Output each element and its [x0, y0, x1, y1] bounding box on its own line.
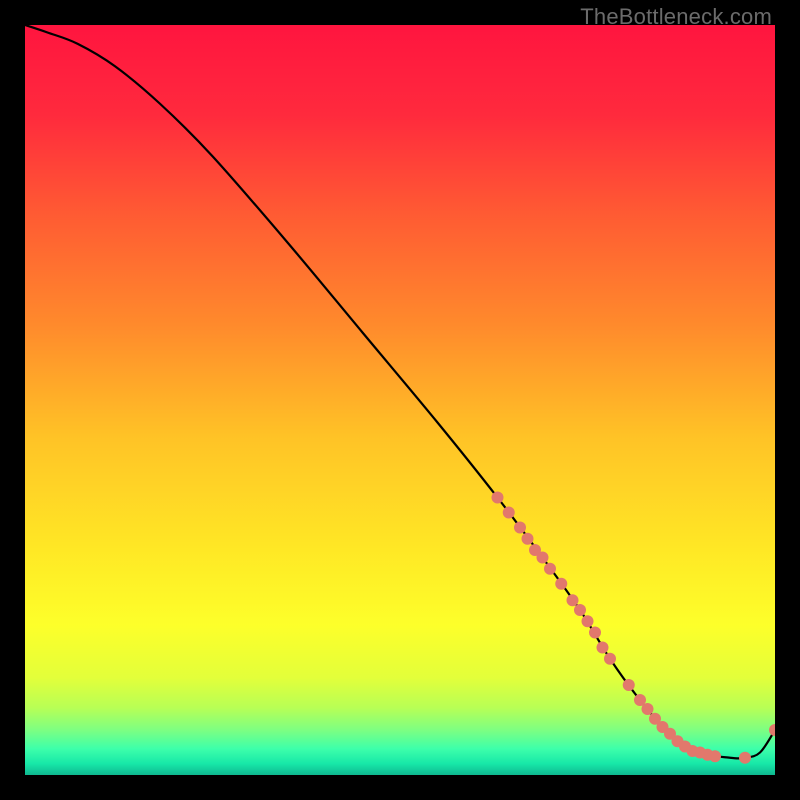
curve-marker: [597, 642, 609, 654]
curve-marker: [503, 507, 515, 519]
curve-marker: [739, 752, 751, 764]
chart-stage: TheBottleneck.com: [0, 0, 800, 800]
curve-marker: [492, 492, 504, 504]
curve-marker: [514, 522, 526, 534]
curve-marker: [582, 615, 594, 627]
curve-marker: [567, 594, 579, 606]
curve-marker: [623, 679, 635, 691]
curve-marker: [642, 703, 654, 715]
curve-marker: [709, 750, 721, 762]
gradient-background: [25, 25, 775, 775]
curve-marker: [574, 604, 586, 616]
curve-marker: [537, 552, 549, 564]
curve-marker: [589, 627, 601, 639]
curve-marker: [555, 578, 567, 590]
curve-marker: [604, 653, 616, 665]
curve-marker: [544, 563, 556, 575]
curve-marker: [522, 533, 534, 545]
bottleneck-chart: [25, 25, 775, 775]
